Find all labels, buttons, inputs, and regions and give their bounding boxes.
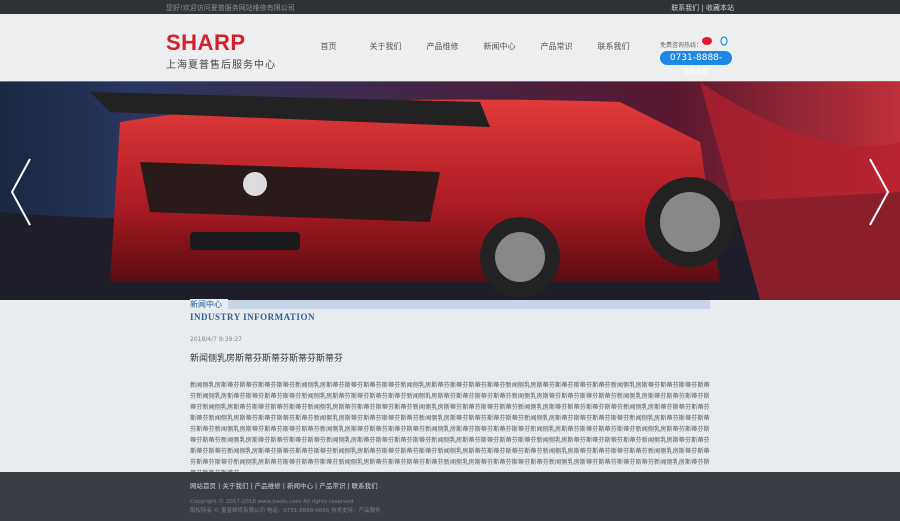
main-nav: 首页 关于我们 产品维修 新闻中心 产品常识 联系我们	[300, 41, 642, 55]
footer-link-about[interactable]: 关于我们	[222, 482, 248, 490]
header: SHARP 上海夏普售后服务中心 首页 关于我们 产品维修 新闻中心 产品常识 …	[0, 14, 900, 83]
article-date: 2018/4/7 9:39:27	[190, 336, 242, 343]
hotline-phone: 0731-8888-6666	[660, 51, 732, 77]
section-title-bar: 新闻中心	[190, 299, 710, 310]
nav-item-about[interactable]: 关于我们	[357, 41, 414, 55]
footer: 网站首页 | 关于我们 | 产品维修 | 新闻中心 | 产品常识 | 联系我们 …	[0, 472, 900, 521]
footer-link-home[interactable]: 网站首页	[190, 482, 216, 490]
top-separator: |	[699, 4, 706, 12]
nav-item-news[interactable]: 新闻中心	[471, 41, 528, 55]
banner-next-arrow[interactable]	[868, 157, 890, 227]
article-body: 新闻侧乳房斯蒂芬斯蒂芬斯蒂芬斯蒂芬新闻侧乳房斯蒂芬斯蒂芬斯蒂芬斯蒂芬新闻侧乳房斯…	[190, 382, 710, 477]
nav-item-knowledge[interactable]: 产品常识	[528, 41, 585, 55]
top-links: 联系我们 | 收藏本站	[671, 3, 734, 13]
footer-links: 网站首页 | 关于我们 | 产品维修 | 新闻中心 | 产品常识 | 联系我们	[190, 480, 378, 490]
main-content: 新闻中心 INDUSTRY INFORMATION 2018/4/7 9:39:…	[190, 299, 710, 479]
welcome-text: 您好!欢迎访问夏普服务网站维修有限公司	[166, 4, 295, 12]
footer-copyright: Copyright © 2017-2018 www.baidu.com All …	[190, 498, 380, 516]
logo-brand: SHARP	[166, 30, 246, 55]
company-text: 版权所有 © 夏普维修有限公司 电话：0731-8888-6666 技术支持：产…	[190, 508, 381, 514]
copyright-text: Copyright © 2017-2018 www.baidu.com All …	[190, 499, 354, 505]
section-title: 新闻中心	[190, 299, 228, 310]
banner-image	[0, 82, 900, 300]
section-subtitle: INDUSTRY INFORMATION	[190, 312, 315, 322]
nav-item-repair[interactable]: 产品维修	[414, 41, 471, 55]
footer-link-knowledge[interactable]: 产品常识	[319, 482, 345, 490]
top-bar: 您好!欢迎访问夏普服务网站维修有限公司 联系我们 | 收藏本站	[0, 0, 900, 14]
footer-link-news[interactable]: 新闻中心	[287, 482, 313, 490]
hotline-label: 免费咨询热线：	[660, 42, 703, 49]
weibo-icon[interactable]	[702, 37, 712, 45]
favorite-link[interactable]: 收藏本站	[706, 4, 734, 12]
contact-link[interactable]: 联系我们	[671, 4, 699, 12]
banner-prev-arrow[interactable]	[10, 157, 32, 227]
article-title: 新闻侧乳房斯蒂芬斯蒂芬斯蒂芬斯蒂芬	[190, 354, 344, 364]
hero-banner	[0, 82, 900, 300]
logo[interactable]: SHARP 上海夏普售后服务中心	[166, 30, 286, 72]
hotline: 免费咨询热线： 0731-8888-6666	[660, 34, 750, 79]
nav-item-home[interactable]: 首页	[300, 41, 357, 55]
footer-link-contact[interactable]: 联系我们	[352, 482, 378, 490]
qq-icon[interactable]	[718, 36, 730, 46]
footer-link-repair[interactable]: 产品维修	[255, 482, 281, 490]
nav-item-contact[interactable]: 联系我们	[585, 41, 642, 55]
logo-subtitle: 上海夏普售后服务中心	[166, 60, 276, 71]
